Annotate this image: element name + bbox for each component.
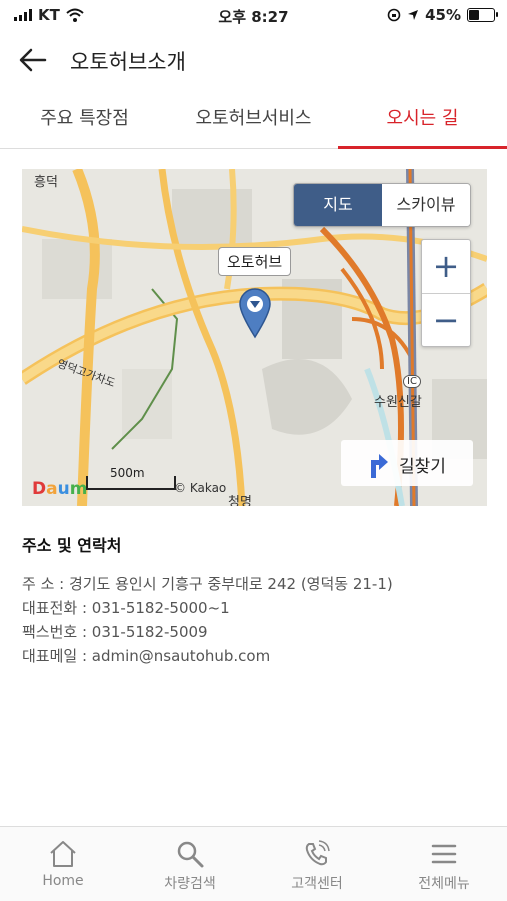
page-title: 오토허브소개 [70,50,186,74]
map-type-skyview[interactable]: 스카이뷰 [382,184,470,226]
nav-home-label: Home [42,873,84,889]
map-label-cheongmyeong: 청명 [228,495,252,506]
turn-arrow-icon [371,454,388,478]
zoom-in-button[interactable]: + [422,240,470,294]
nav-home[interactable]: Home [0,827,126,901]
location-map[interactable]: 흥덕 영덕고가차도 IC 수원신갈 청명 지도 스카이뷰 + − 오토허브 길찾… [22,169,487,506]
map-scale: 500m [86,466,176,490]
battery-percent: 45% [425,6,461,24]
map-type-map[interactable]: 지도 [294,184,382,226]
status-bar: KT 오후 8:27 45% [0,0,507,30]
map-label-suwon-singal: 수원신갈 [374,395,422,410]
nav-customer-center[interactable]: 고객센터 [254,827,380,901]
zoom-control: + − [421,239,471,347]
phone-row[interactable]: 대표전화 : 031-5182-5000~1 [22,596,482,620]
map-label-ic: IC [403,375,421,388]
directions-label: 길찾기 [399,457,446,477]
scale-label: 500m [110,466,145,480]
nav-all-menu[interactable]: 전체메뉴 [381,827,507,901]
fax-row: 팩스번호 : 031-5182-5009 [22,623,208,641]
contact-heading: 주소 및 연락처 [22,536,122,555]
nav-car-search-label: 차량검색 [164,876,216,892]
bottom-nav: Home 차량검색 고객센터 전체메뉴 [0,826,507,901]
app-header: 오토허브소개 [0,38,507,82]
arrow-left-icon[interactable] [18,46,48,74]
email-row[interactable]: 대표메일 : admin@nsautohub.com [22,644,482,668]
nav-all-menu-label: 전체메뉴 [418,876,470,892]
menu-icon [431,844,457,864]
phone-icon [305,840,330,866]
nav-customer-center-label: 고객센터 [291,876,343,892]
tab-services[interactable]: 오토허브서비스 [169,96,338,148]
battery-icon [467,8,498,22]
location-arrow-icon [408,10,419,20]
rotation-lock-icon [387,8,401,22]
nav-car-search[interactable]: 차량검색 [127,827,253,901]
map-label-heungdeok: 흥덕 [34,175,58,190]
contact-info: 주소 및 연락처 주 소 : 경기도 용인시 기흥구 중부대로 242 (영덕동… [22,532,482,668]
poi-label[interactable]: 오토허브 [218,247,292,276]
tab-features[interactable]: 주요 특장점 [0,96,169,148]
map-type-toggle: 지도 스카이뷰 [293,183,471,227]
home-icon [50,841,76,867]
tab-directions[interactable]: 오시는 길 [338,96,507,149]
daum-logo: Daum [32,479,88,499]
tab-bar: 주요 특장점 오토허브서비스 오시는 길 [0,96,507,149]
zoom-out-button[interactable]: − [422,294,470,347]
map-pin-icon[interactable] [238,287,272,339]
address-row: 주 소 : 경기도 용인시 기흥구 중부대로 242 (영덕동 21-1) [22,575,393,593]
map-credit: © Kakao [174,481,227,495]
directions-button[interactable]: 길찾기 [341,440,473,486]
search-icon [177,841,204,868]
